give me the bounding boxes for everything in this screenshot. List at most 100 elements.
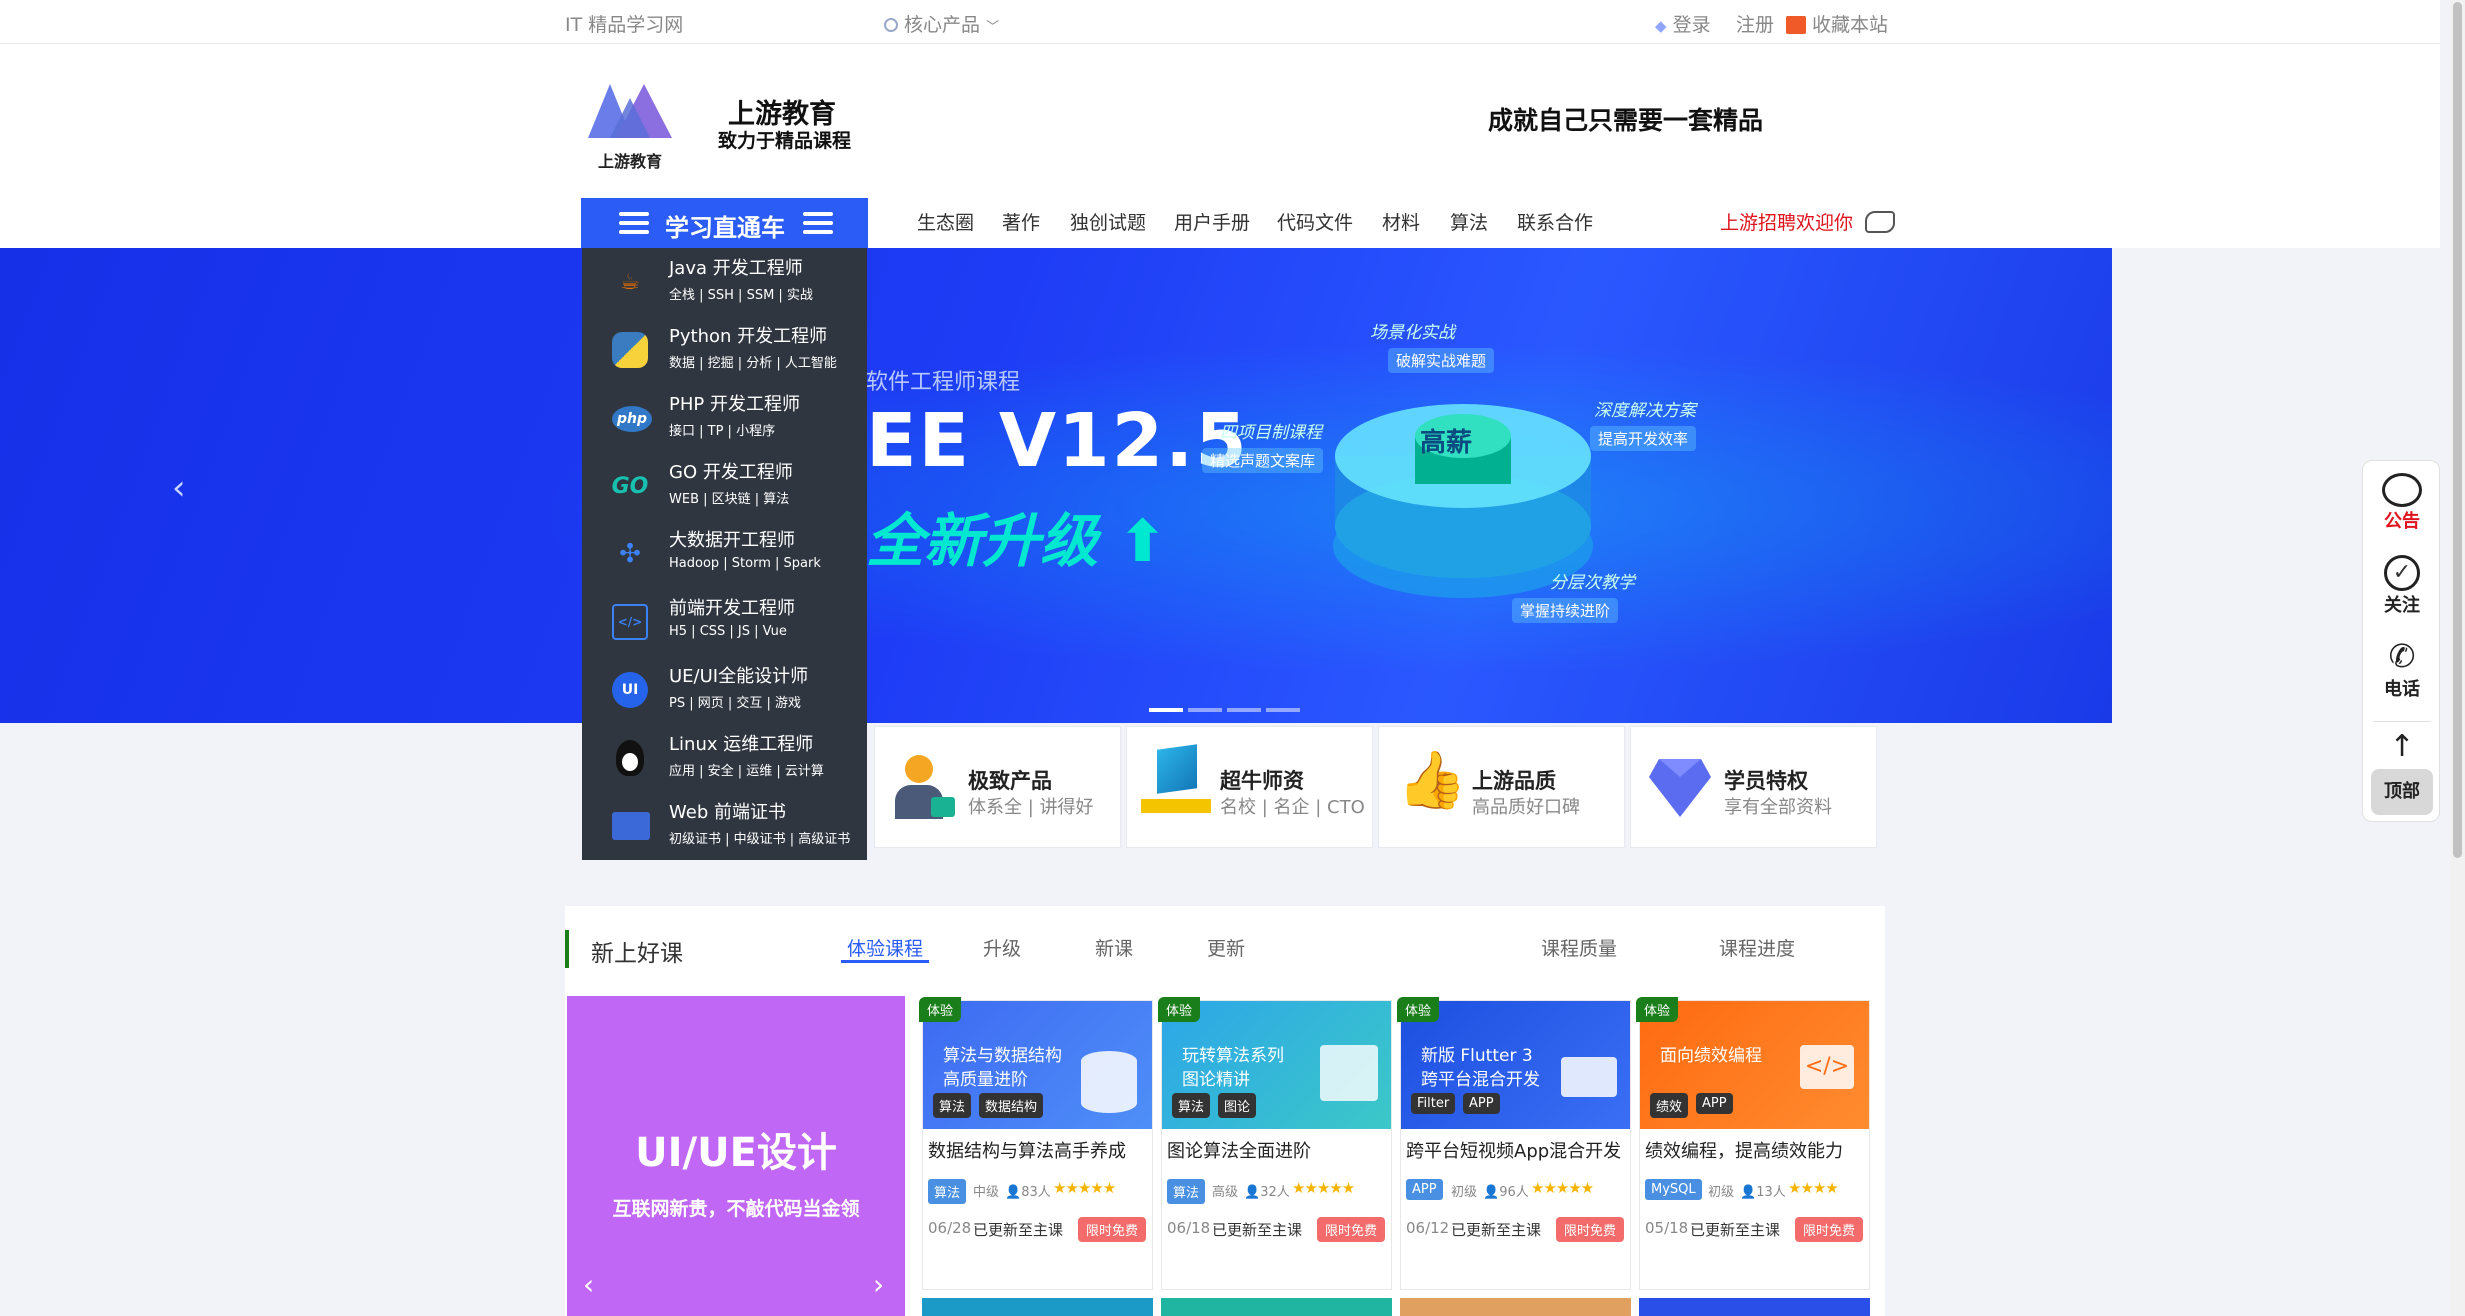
nav-link-ecosystem[interactable]: 生态圈 [917, 208, 974, 235]
course-card[interactable]: 算法与数据结构 高质量进阶 算法 数据结构 体验 数据结构与算法高手养成 算法 … [919, 997, 1153, 1290]
nav-link-exams[interactable]: 独创试题 [1070, 208, 1146, 235]
python-icon [612, 332, 648, 368]
side-menu-item-frontend[interactable]: </> 前端开发工程师 H5 | CSS | JS | Vue [582, 588, 867, 656]
hero-tag: 深度解决方案 [1594, 401, 1696, 421]
hero-tag: 破解实战难题 [1388, 348, 1495, 373]
side-menu-item-java[interactable]: ☕ Java 开发工程师 全栈 | SSH | SSM | 实战 [582, 248, 867, 316]
feature-card-quality[interactable]: 👍 上游品质 高品质好口碑 [1378, 726, 1625, 848]
students-count: 13人 [1756, 1185, 1786, 1200]
prev-slide-arrow-icon[interactable]: ‹ [172, 468, 186, 508]
side-menu-sub: Hadoop | Storm | Spark [669, 556, 821, 571]
header-slogan: 成就自己只需要一套精品 [1488, 106, 1764, 135]
side-menu-item-go[interactable]: GO GO 开发工程师 WEB | 区块链 | 算法 [582, 452, 867, 520]
promo-next-arrow-icon[interactable]: › [873, 1268, 884, 1301]
slide-indicator[interactable] [1188, 708, 1222, 712]
course-students: 👤83人 [1005, 1181, 1051, 1200]
back-to-top-button[interactable]: ↑ 顶部 [2363, 729, 2441, 815]
side-menu-item-php[interactable]: php PHP 开发工程师 接口 | TP | 小程序 [582, 384, 867, 452]
top-bar: IT 精品学习网 核心产品 ﹀ ◆ 登录 注册 收藏本站 [0, 0, 2440, 44]
register-link[interactable]: 注册 [1736, 10, 1774, 37]
tab-progress[interactable]: 课程进度 [1719, 934, 1795, 961]
free-badge: 限时免费 [1077, 1217, 1146, 1242]
hero-upgrade: 全新升级 ⬆ [866, 494, 1167, 578]
hero-core-label: 高薪 [1420, 428, 1473, 458]
side-menu-item-certificate[interactable]: Web 前端证书 初级证书 | 中级证书 | 高级证书 [582, 792, 867, 860]
free-badge: 限时免费 [1555, 1217, 1624, 1242]
top-label-box: 顶部 [2371, 769, 2433, 815]
hamburger-right-bar [803, 230, 833, 234]
thumbnail-line: 图论精讲 [1182, 1070, 1250, 1090]
promo-prev-arrow-icon[interactable]: ‹ [583, 1268, 594, 1301]
scrollbar-track[interactable] [2450, 0, 2465, 1316]
rating-stars: ★★★★★ [1053, 1179, 1116, 1197]
thumbs-up-icon: 👍 [1397, 748, 1467, 813]
menu-title: 学习直通车 [665, 214, 785, 242]
course-card[interactable]: 玩转算法系列 图论精讲 算法 图论 体验 图论算法全面进阶 算法 高级 👤32人… [1158, 997, 1392, 1290]
tab-new[interactable]: 新课 [1095, 934, 1133, 961]
side-menu-sub: 初级证书 | 中级证书 | 高级证书 [669, 832, 851, 847]
section-marker [565, 930, 569, 968]
tab-quality[interactable]: 课程质量 [1541, 934, 1617, 961]
notice-label: 公告 [2384, 511, 2420, 532]
feature-card-product[interactable]: 极致产品 体系全 | 讲得好 [874, 726, 1121, 848]
promo-banner[interactable]: UI/UE设计 互联网新贵，不敲代码当金领 ‹ › [567, 996, 905, 1316]
site-name: IT 精品学习网 [565, 14, 684, 36]
feature-card-teachers[interactable]: 超牛师资 名校 | 名企 | CTO [1126, 726, 1373, 848]
course-card-peek [1639, 1298, 1870, 1316]
gift-icon [1786, 16, 1806, 34]
learning-menu-toggle[interactable]: 学习直通车 [581, 198, 868, 248]
bigdata-icon: ✣ [619, 539, 641, 569]
active-tab-underline [841, 960, 929, 963]
tab-updates[interactable]: 更新 [1207, 934, 1245, 961]
thumbnail-tag: 算法 [1172, 1093, 1211, 1118]
course-card[interactable]: 面向绩效编程 绩效 APP </> 体验 绩效编程，提高绩效能力 MySQL 初… [1636, 997, 1870, 1290]
follow-label: 关注 [2384, 595, 2420, 616]
nav-link-algorithms[interactable]: 算法 [1450, 208, 1488, 235]
hero-banner[interactable]: 软件工程师课程 EE V12.5 全新升级 ⬆ 高薪 场景化实战 破解实战难题 … [0, 248, 2112, 723]
course-category: MySQL [1645, 1179, 1702, 1200]
nav-link-manual[interactable]: 用户手册 [1174, 208, 1250, 235]
logo-mountains-icon [588, 84, 672, 138]
promo-subtitle: 互联网新贵，不敲代码当金领 [612, 1198, 860, 1220]
slide-indicator[interactable] [1227, 708, 1261, 712]
slide-indicator[interactable] [1266, 708, 1300, 712]
course-card[interactable]: 新版 Flutter 3 跨平台混合开发 Filter APP 体验 跨平台短视… [1397, 997, 1631, 1290]
tab-trial-courses[interactable]: 体验课程 [847, 934, 923, 961]
core-products-dropdown[interactable]: 核心产品 ﹀ [884, 10, 999, 37]
feature-sub: 名校 | 名企 | CTO [1220, 797, 1365, 818]
bookmark-link[interactable]: 收藏本站 [1786, 10, 1888, 37]
nav-link-contact[interactable]: 联系合作 [1517, 208, 1593, 235]
java-icon: ☕ [620, 269, 640, 295]
side-menu-item-python[interactable]: Python 开发工程师 数据 | 挖掘 | 分析 | 人工智能 [582, 316, 867, 384]
feature-title: 超牛师资 [1220, 769, 1304, 793]
trial-badge: 体验 [919, 997, 962, 1022]
code-icon: </> [1800, 1045, 1854, 1089]
recruit-link[interactable]: 上游招聘欢迎你 [1720, 208, 1896, 235]
thumbnail-line: 高质量进阶 [943, 1070, 1028, 1090]
scrollbar-thumb[interactable] [2453, 2, 2462, 858]
login-link[interactable]: ◆ 登录 [1655, 10, 1711, 37]
side-menu-item-bigdata[interactable]: ✣ 大数据开工程师 Hadoop | Storm | Spark [582, 520, 867, 588]
tab-upgrade[interactable]: 升级 [983, 934, 1021, 961]
follow-button[interactable]: ✓ 关注 [2363, 555, 2441, 617]
phone-icon: ✆ [2388, 637, 2416, 675]
course-category: APP [1406, 1179, 1443, 1200]
nav-link-books[interactable]: 著作 [1002, 208, 1040, 235]
rating-stars: ★★★★★ [1531, 1179, 1594, 1197]
side-menu-title: Linux 运维工程师 [669, 734, 814, 755]
feature-card-privilege[interactable]: 学员特权 享有全部资料 [1630, 726, 1877, 848]
slide-indicator-active[interactable] [1149, 708, 1183, 712]
side-menu-item-ui[interactable]: UI UE/UI全能设计师 PS | 网页 | 交互 | 游戏 [582, 656, 867, 724]
side-menu-item-linux[interactable]: Linux 运维工程师 应用 | 安全 | 运维 | 云计算 [582, 724, 867, 792]
brand-logo[interactable]: 上游教育 [588, 80, 672, 176]
course-title: 数据结构与算法高手养成 [928, 1141, 1126, 1162]
course-card-peek [922, 1298, 1153, 1316]
chevron-down-icon: ﹀ [986, 20, 1000, 35]
nav-link-materials[interactable]: 材料 [1382, 208, 1420, 235]
thumbnail-line: 玩转算法系列 [1182, 1046, 1284, 1066]
side-menu-sub: 数据 | 挖掘 | 分析 | 人工智能 [669, 356, 837, 371]
notice-button[interactable]: 公告 [2363, 473, 2441, 533]
phone-button[interactable]: ✆ 电话 [2363, 637, 2441, 701]
brand-tagline: 致力于精品课程 [718, 130, 852, 152]
nav-link-code-files[interactable]: 代码文件 [1277, 208, 1353, 235]
